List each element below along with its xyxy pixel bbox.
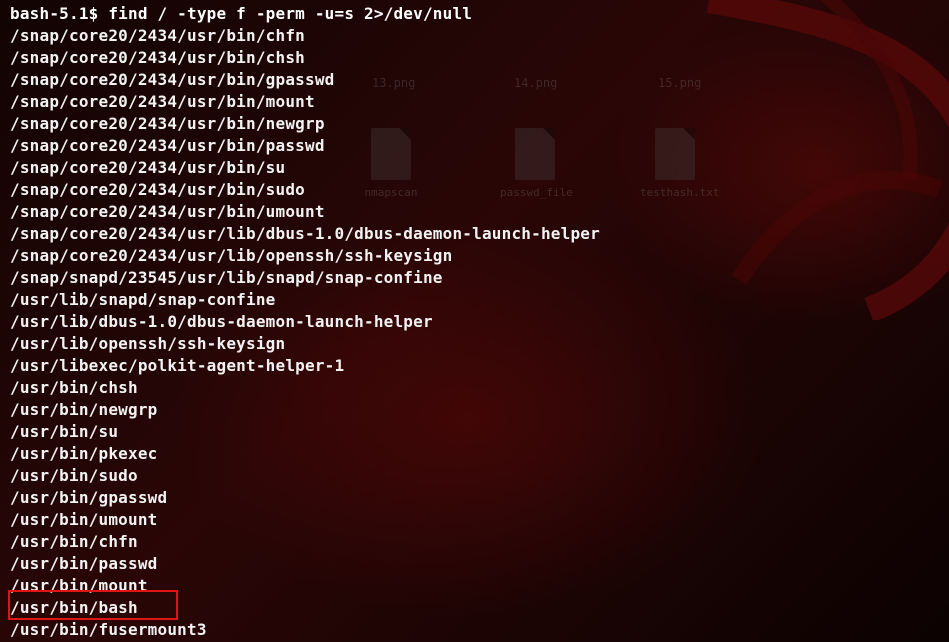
- output-line: /usr/bin/sudo: [10, 466, 138, 485]
- output-line: /usr/bin/pkexec: [10, 444, 158, 463]
- output-line: /snap/snapd/23545/usr/lib/snapd/snap-con…: [10, 268, 443, 287]
- output-line: /usr/bin/newgrp: [10, 400, 158, 419]
- output-line: /snap/core20/2434/usr/lib/openssh/ssh-ke…: [10, 246, 453, 265]
- highlight-box: [8, 590, 178, 620]
- output-line: /usr/bin/fusermount3: [10, 620, 207, 639]
- command-prompt: bash-5.1$ find / -type f -perm -u=s 2>/d…: [10, 4, 473, 23]
- output-line: /usr/bin/chfn: [10, 532, 138, 551]
- terminal-output[interactable]: bash-5.1$ find / -type f -perm -u=s 2>/d…: [0, 0, 949, 642]
- output-line: /usr/bin/chsh: [10, 378, 138, 397]
- output-line: /snap/core20/2434/usr/bin/newgrp: [10, 114, 325, 133]
- output-line: /snap/core20/2434/usr/bin/sudo: [10, 180, 305, 199]
- output-line: /snap/core20/2434/usr/bin/mount: [10, 92, 315, 111]
- output-line: /usr/libexec/polkit-agent-helper-1: [10, 356, 345, 375]
- output-line: /snap/core20/2434/usr/lib/dbus-1.0/dbus-…: [10, 224, 600, 243]
- output-line: /snap/core20/2434/usr/bin/gpasswd: [10, 70, 335, 89]
- output-line: /usr/bin/su: [10, 422, 119, 441]
- output-line: /snap/core20/2434/usr/bin/chfn: [10, 26, 305, 45]
- output-line: /snap/core20/2434/usr/bin/passwd: [10, 136, 325, 155]
- output-line: /usr/bin/passwd: [10, 554, 158, 573]
- output-line: /snap/core20/2434/usr/bin/umount: [10, 202, 325, 221]
- output-line: /usr/lib/dbus-1.0/dbus-daemon-launch-hel…: [10, 312, 433, 331]
- output-line: /usr/bin/gpasswd: [10, 488, 168, 507]
- output-line: /usr/lib/snapd/snap-confine: [10, 290, 276, 309]
- output-line: /snap/core20/2434/usr/bin/su: [10, 158, 286, 177]
- output-line: /usr/bin/umount: [10, 510, 158, 529]
- output-line: /snap/core20/2434/usr/bin/chsh: [10, 48, 305, 67]
- output-line: /usr/lib/openssh/ssh-keysign: [10, 334, 286, 353]
